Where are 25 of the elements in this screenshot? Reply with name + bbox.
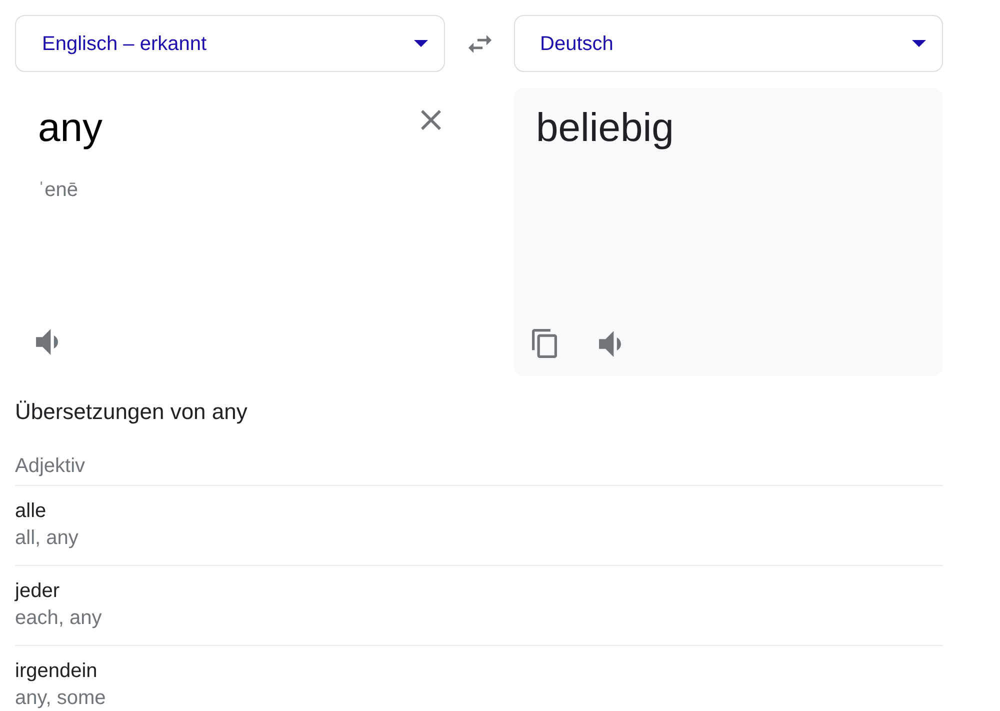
back-translations-text: each, any: [15, 609, 102, 627]
clear-text-button[interactable]: [419, 108, 443, 132]
translation-word: alle: [15, 500, 46, 522]
translated-text: beliebig: [536, 106, 674, 150]
source-text-field[interactable]: any: [38, 88, 419, 152]
swap-languages-button[interactable]: [466, 32, 494, 54]
back-translations-text: all, any: [15, 529, 78, 547]
translation-word: jeder: [15, 580, 60, 602]
source-language-selector[interactable]: Englisch – erkannt: [15, 15, 445, 72]
dropdown-triangle-icon: [414, 40, 428, 47]
copy-button[interactable]: [530, 327, 559, 360]
target-language-selector[interactable]: Deutsch: [514, 15, 943, 72]
back-translations-text: any, some: [15, 689, 106, 707]
section-heading: Übersetzungen von any: [15, 399, 248, 425]
speaker-icon: [36, 329, 58, 355]
dropdown-triangle-icon: [912, 40, 926, 47]
listen-button[interactable]: [34, 327, 60, 357]
speaker-icon: [599, 330, 621, 356]
copy-icon: [532, 329, 557, 358]
pronunciation-text: ˈenē: [38, 179, 78, 201]
listen-button[interactable]: [597, 328, 623, 358]
swap-arrows-icon: [468, 34, 492, 52]
close-icon: [421, 110, 441, 130]
translation-word: irgendein: [15, 660, 98, 682]
part-of-speech-label: Adjektiv: [15, 454, 86, 478]
